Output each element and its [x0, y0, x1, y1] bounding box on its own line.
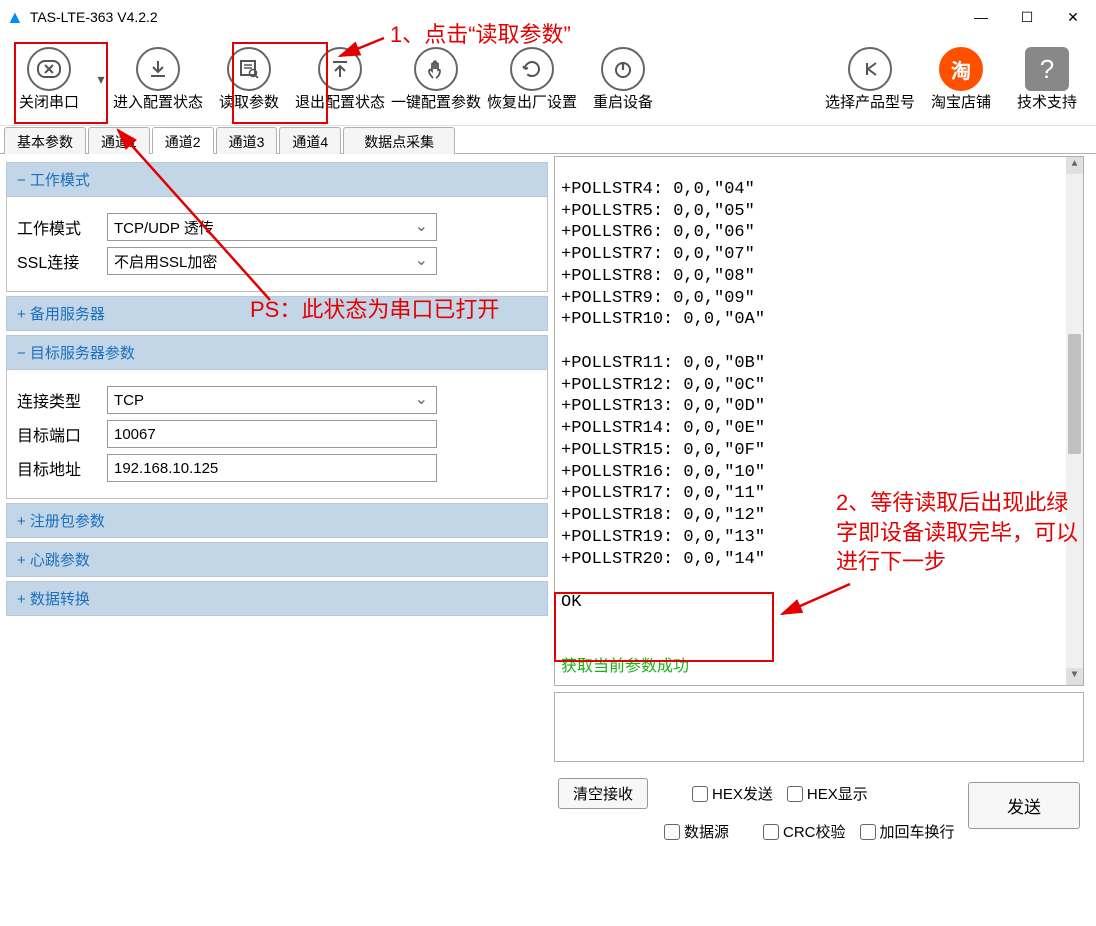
power-icon — [601, 47, 645, 91]
toolbar-label: 淘宝店铺 — [931, 95, 991, 112]
help-icon: ? — [1025, 47, 1069, 91]
close-port-button[interactable]: 关闭串口 — [6, 35, 92, 125]
exit-config-button[interactable]: 退出配置状态 — [292, 35, 388, 125]
taobao-icon: 淘 — [939, 47, 983, 91]
newline-checkbox[interactable]: 加回车换行 — [860, 821, 955, 842]
checkbox-label: HEX显示 — [807, 783, 868, 804]
ssl-label: SSL连接 — [17, 249, 107, 273]
toolbar-label: 退出配置状态 — [295, 95, 385, 112]
tab-bar: 基本参数 通道1 通道2 通道3 通道4 数据点采集 — [0, 126, 1096, 154]
read-icon — [227, 47, 271, 91]
conn-type-select[interactable]: TCP — [107, 386, 437, 414]
tab-channel-3[interactable]: 通道3 — [216, 127, 278, 154]
main-area: − 工作模式 工作模式 TCP/UDP 透传 SSL连接 不启用SSL加密 + … — [0, 154, 1096, 852]
hex-display-checkbox[interactable]: HEX显示 — [787, 783, 868, 804]
toolbar-label: 恢复出厂设置 — [487, 95, 577, 112]
toolbar-label: 选择产品型号 — [825, 95, 915, 112]
close-button[interactable]: ✕ — [1050, 0, 1096, 34]
enter-config-button[interactable]: 进入配置状态 — [110, 35, 206, 125]
scroll-down-icon[interactable]: ▼ — [1066, 668, 1083, 685]
toolbar-label: 读取参数 — [219, 95, 279, 112]
scroll-thumb[interactable] — [1068, 334, 1081, 454]
work-mode-label: 工作模式 — [17, 215, 107, 239]
reset-icon — [510, 47, 554, 91]
maximize-button[interactable]: ☐ — [1004, 0, 1050, 34]
tab-basic[interactable]: 基本参数 — [4, 127, 86, 154]
data-source-checkbox[interactable]: 数据源 — [664, 821, 729, 842]
factory-reset-button[interactable]: 恢复出厂设置 — [484, 35, 580, 125]
log-output[interactable]: +POLLSTR4: 0,0,"04" +POLLSTR5: 0,0,"05" … — [554, 156, 1084, 686]
success-message: 获取当前参数成功 — [561, 658, 689, 675]
download-icon — [136, 47, 180, 91]
tab-channel-2[interactable]: 通道2 — [152, 127, 214, 154]
bottom-controls-row1: 清空接收 HEX发送 HEX显示 发送 — [554, 762, 1084, 819]
ssl-select[interactable]: 不启用SSL加密 — [107, 247, 437, 275]
upload-icon — [318, 47, 362, 91]
toolbar: 关闭串口 ▾ 进入配置状态 读取参数 退出配置状态 一键配置参数 恢复出厂设置 — [0, 34, 1096, 126]
send-button[interactable]: 发送 — [968, 782, 1080, 829]
send-textarea[interactable] — [554, 692, 1084, 762]
section-header-heartbeat[interactable]: + 心跳参数 — [6, 542, 548, 577]
toolbar-label: 关闭串口 — [19, 95, 79, 112]
hand-icon — [414, 47, 458, 91]
toolbar-label: 进入配置状态 — [113, 95, 203, 112]
select-model-button[interactable]: 选择产品型号 — [822, 35, 918, 125]
read-params-button[interactable]: 读取参数 — [206, 35, 292, 125]
checkbox-label: CRC校验 — [783, 821, 846, 842]
reboot-button[interactable]: 重启设备 — [580, 35, 666, 125]
checkbox-label: 数据源 — [684, 821, 729, 842]
tab-channel-1[interactable]: 通道1 — [88, 127, 150, 154]
target-port-label: 目标端口 — [17, 422, 107, 446]
toolbar-label: 重启设备 — [593, 95, 653, 112]
section-body-work-mode: 工作模式 TCP/UDP 透传 SSL连接 不启用SSL加密 — [6, 197, 548, 292]
target-addr-label: 目标地址 — [17, 456, 107, 480]
section-header-work-mode[interactable]: − 工作模式 — [6, 162, 548, 197]
tab-data-collect[interactable]: 数据点采集 — [343, 127, 455, 154]
section-header-reg-packet[interactable]: + 注册包参数 — [6, 503, 548, 538]
clear-recv-button[interactable]: 清空接收 — [558, 778, 648, 809]
close-port-icon — [27, 47, 71, 91]
scroll-track[interactable] — [1066, 174, 1083, 668]
target-port-input[interactable]: 10067 — [107, 420, 437, 448]
titlebar: ▲ TAS-LTE-363 V4.2.2 — ☐ ✕ — [0, 0, 1096, 34]
minimize-button[interactable]: — — [958, 0, 1004, 34]
toolbar-label: 一键配置参数 — [391, 95, 481, 112]
section-header-convert[interactable]: + 数据转换 — [6, 581, 548, 616]
scroll-up-icon[interactable]: ▲ — [1066, 157, 1083, 174]
first-icon — [848, 47, 892, 91]
crc-checkbox[interactable]: CRC校验 — [763, 821, 846, 842]
window-title: TAS-LTE-363 V4.2.2 — [30, 9, 158, 25]
right-pane: +POLLSTR4: 0,0,"04" +POLLSTR5: 0,0,"05" … — [554, 154, 1090, 852]
target-addr-input[interactable]: 192.168.10.125 — [107, 454, 437, 482]
checkbox-label: 加回车换行 — [880, 821, 955, 842]
section-body-target-server: 连接类型 TCP 目标端口 10067 目标地址 192.168.10.125 — [6, 370, 548, 499]
one-click-config-button[interactable]: 一键配置参数 — [388, 35, 484, 125]
section-header-backup-server[interactable]: + 备用服务器 — [6, 296, 548, 331]
conn-type-label: 连接类型 — [17, 388, 107, 412]
section-header-target-server[interactable]: − 目标服务器参数 — [6, 335, 548, 370]
work-mode-select[interactable]: TCP/UDP 透传 — [107, 213, 437, 241]
tab-channel-4[interactable]: 通道4 — [279, 127, 341, 154]
toolbar-label: 技术支持 — [1017, 95, 1077, 112]
support-button[interactable]: ? 技术支持 — [1004, 35, 1090, 125]
checkbox-label: HEX发送 — [712, 783, 773, 804]
left-pane: − 工作模式 工作模式 TCP/UDP 透传 SSL连接 不启用SSL加密 + … — [0, 154, 554, 852]
log-text: +POLLSTR4: 0,0,"04" +POLLSTR5: 0,0,"05" … — [561, 180, 765, 612]
app-icon: ▲ — [6, 7, 24, 28]
taobao-button[interactable]: 淘 淘宝店铺 — [918, 35, 1004, 125]
log-scrollbar[interactable]: ▲ ▼ — [1066, 157, 1083, 685]
port-dropdown-caret[interactable]: ▾ — [92, 71, 110, 88]
hex-send-checkbox[interactable]: HEX发送 — [692, 783, 773, 804]
